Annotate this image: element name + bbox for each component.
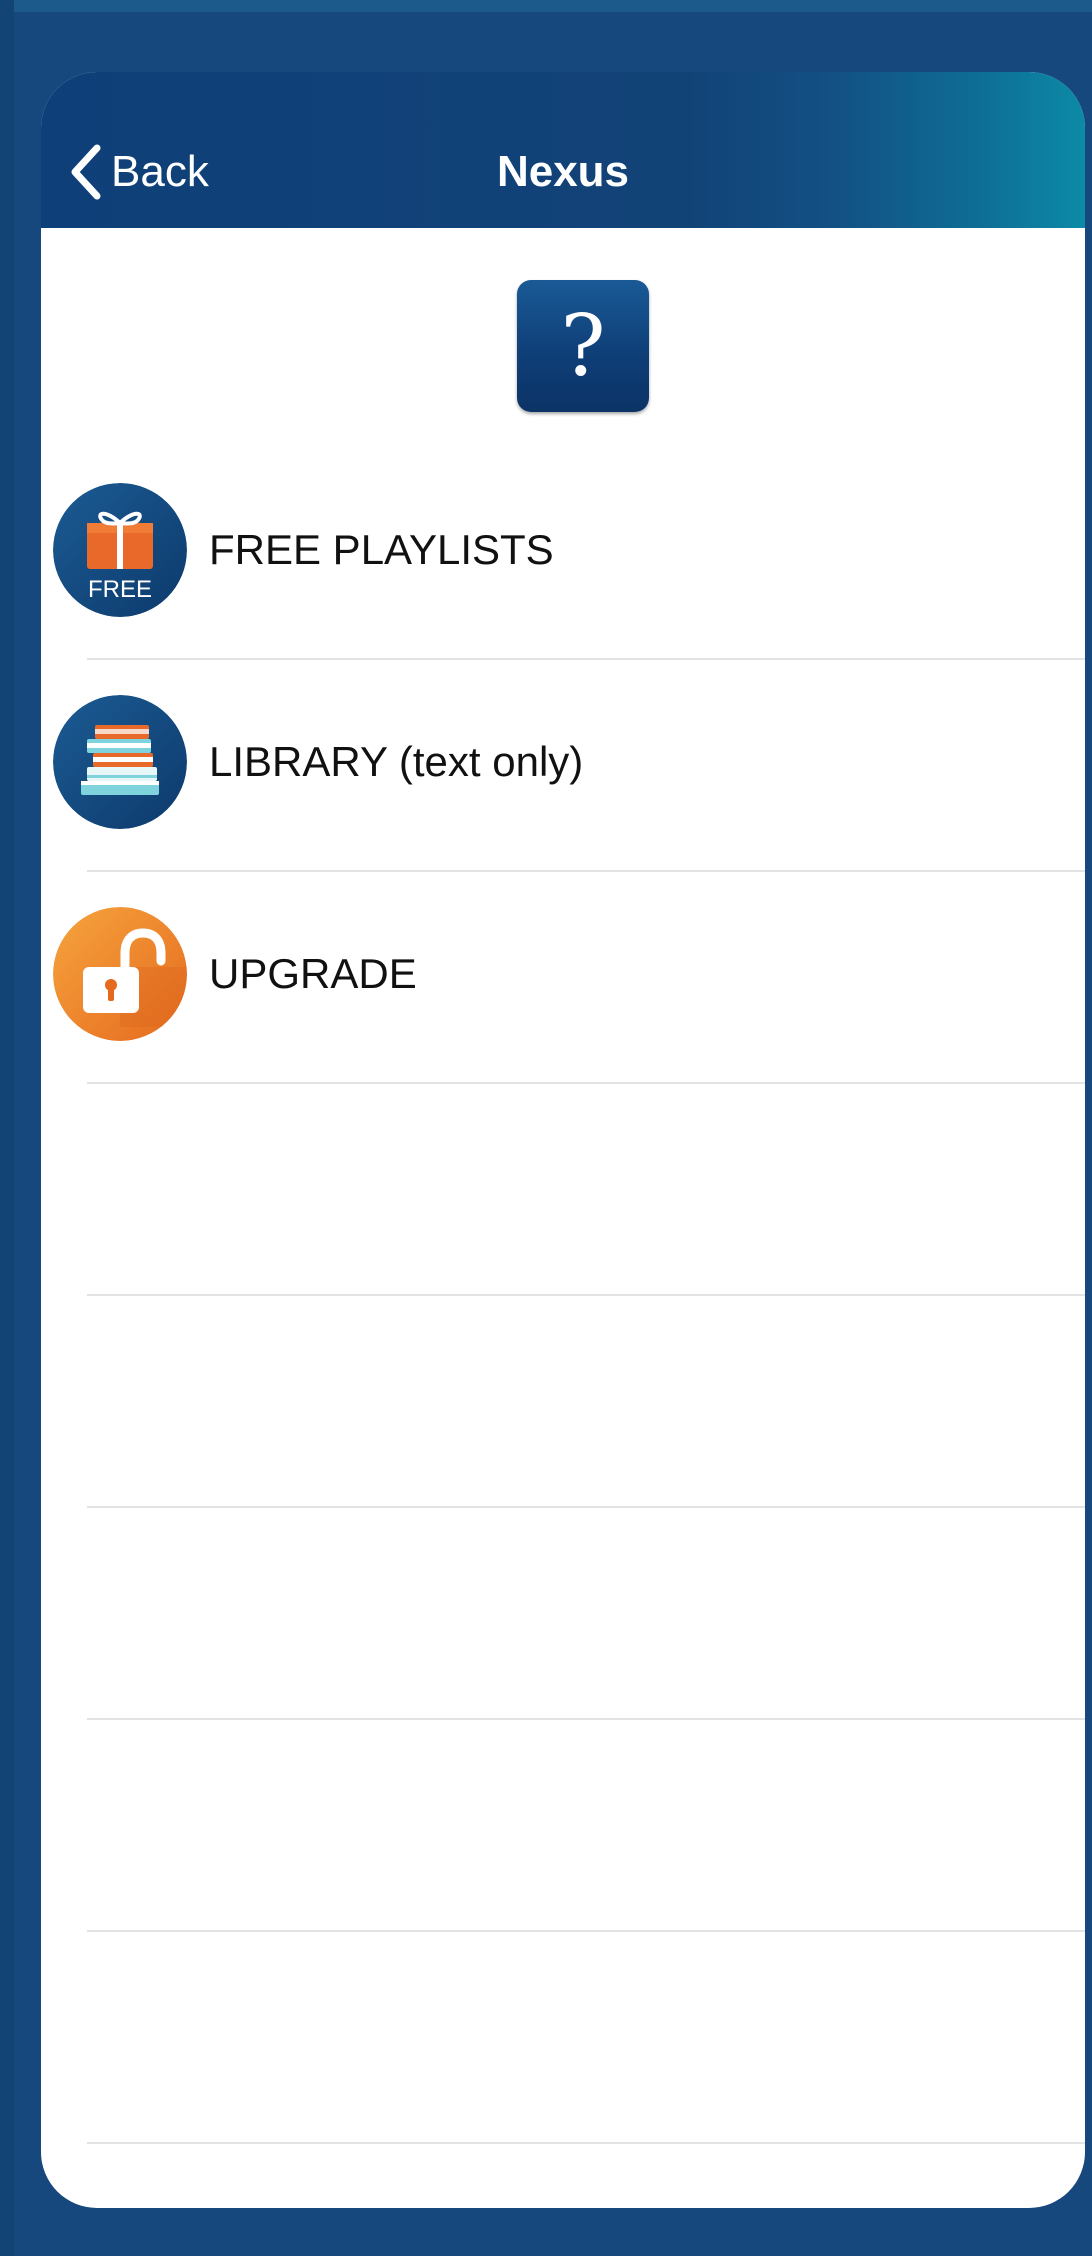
page-title: Nexus: [496, 147, 630, 196]
empty-row: [41, 1932, 1085, 2144]
app-card: Back Nexus ? FREE FREE PLAYLISTS LIBRARY…: [41, 72, 1085, 2208]
empty-row: [41, 1720, 1085, 1932]
menu-item-free-playlists[interactable]: FREE FREE PLAYLISTS: [41, 448, 1085, 660]
window-left-edge: [0, 0, 14, 2256]
unlock-padlock-icon: [53, 907, 187, 1041]
menu-item-label: UPGRADE: [209, 950, 417, 997]
menu-item-library[interactable]: LIBRARY (text only): [41, 660, 1085, 872]
menu-item-label: LIBRARY (text only): [209, 738, 584, 785]
menu-list: FREE FREE PLAYLISTS LIBRARY (text only) …: [41, 448, 1085, 2144]
nav-bar: Back Nexus: [41, 72, 1085, 228]
help-button[interactable]: ?: [517, 280, 649, 412]
empty-row: [41, 1296, 1085, 1508]
window-top-edge: [0, 0, 1092, 12]
free-gift-icon: FREE: [53, 483, 187, 617]
empty-row: [41, 1508, 1085, 1720]
row-divider: [87, 2142, 1085, 2144]
free-badge-text: FREE: [88, 576, 152, 603]
empty-row: [41, 1084, 1085, 1296]
menu-item-label: FREE PLAYLISTS: [209, 526, 554, 573]
book-stack-icon: [53, 695, 187, 829]
question-mark-icon: ?: [560, 297, 606, 395]
menu-item-upgrade[interactable]: UPGRADE: [41, 872, 1085, 1084]
